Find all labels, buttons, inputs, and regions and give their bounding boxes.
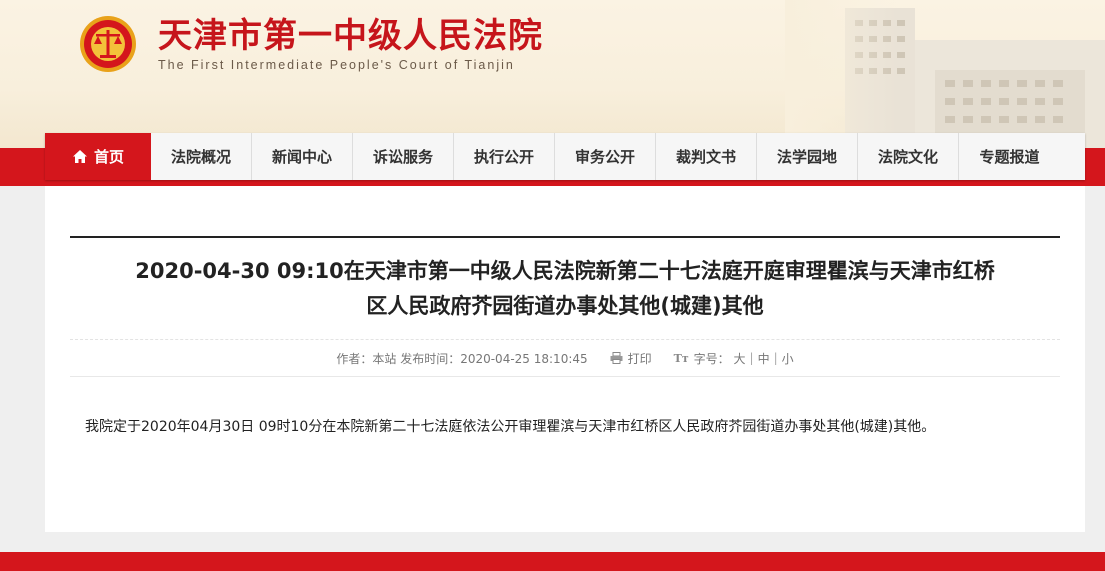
nav-item-label: 法学园地 [776, 148, 837, 166]
nav-item-label: 专题报道 [979, 148, 1040, 166]
font-size-large-link[interactable]: 大 [734, 350, 746, 367]
site-subtitle: The First Intermediate People's Court of… [158, 58, 515, 72]
article-author: 作者：本站 [336, 351, 397, 366]
nav-item-label: 新闻中心 [271, 148, 332, 166]
footer-red-band [0, 552, 1105, 571]
font-size-medium-link[interactable]: 中 [758, 350, 770, 367]
font-size-icon: Tт [673, 351, 689, 365]
article: 2020-04-30 09:10在天津市第一中级人民法院新第二十七法庭开庭审理瞿… [70, 236, 1060, 377]
article-body: 我院定于2020年04月30日 09时10分在本院新第二十七法庭依法公开审理瞿滨… [85, 419, 936, 435]
nav-item-enforcement-public[interactable]: 执行公开 [454, 133, 555, 180]
printer-icon [610, 351, 623, 364]
nav-item-trial-public[interactable]: 审务公开 [555, 133, 656, 180]
content-panel: 2020-04-30 09:10在天津市第一中级人民法院新第二十七法庭开庭审理瞿… [45, 186, 1085, 532]
article-meta: 作者：本站 发布时间：2020-04-25 18:10:45 打印 Tт 字号：… [70, 339, 1060, 377]
article-publish-time: 发布时间：2020-04-25 18:10:45 [400, 351, 588, 366]
nav-item-law-garden[interactable]: 法学园地 [757, 133, 858, 180]
header: 天津市第一中级人民法院 The First Intermediate Peopl… [0, 0, 1105, 148]
print-link[interactable]: 打印 [610, 350, 652, 367]
nav-item-court-culture[interactable]: 法院文化 [858, 133, 959, 180]
main-nav: 首页 法院概况 新闻中心 诉讼服务 执行公开 审务公开 裁判文书 法学园地 法院… [45, 133, 1085, 180]
site-title: 天津市第一中级人民法院 [158, 16, 543, 56]
nav-item-label: 裁判文书 [675, 148, 736, 166]
nav-item-special-reports[interactable]: 专题报道 [959, 133, 1060, 180]
nav-item-label: 法院概况 [170, 148, 231, 166]
separator: | [773, 351, 778, 365]
home-icon [72, 150, 87, 163]
nav-item-home[interactable]: 首页 [45, 133, 151, 180]
article-title-line1: 2020-04-30 09:10在天津市第一中级人民法院新第二十七法庭开庭审理瞿… [135, 259, 995, 283]
nav-item-news-center[interactable]: 新闻中心 [252, 133, 353, 180]
nav-item-label: 执行公开 [473, 148, 534, 166]
separator: | [749, 351, 754, 365]
nav-item-judgments[interactable]: 裁判文书 [656, 133, 757, 180]
national-emblem-icon [80, 16, 136, 72]
font-size-small-link[interactable]: 小 [782, 350, 794, 367]
article-title: 2020-04-30 09:10在天津市第一中级人民法院新第二十七法庭开庭审理瞿… [70, 238, 1060, 324]
nav-item-label: 法院文化 [877, 148, 938, 166]
nav-item-court-overview[interactable]: 法院概况 [151, 133, 252, 180]
article-title-line2: 区人民政府芥园街道办事处其他(城建)其他 [366, 294, 764, 318]
nav-item-label: 诉讼服务 [372, 148, 433, 166]
font-size-label: 字号： [693, 351, 730, 366]
nav-item-label: 审务公开 [574, 148, 635, 166]
court-building-image [785, 0, 1105, 148]
nav-item-label: 首页 [93, 148, 124, 166]
nav-item-litigation-service[interactable]: 诉讼服务 [353, 133, 454, 180]
print-label: 打印 [627, 351, 652, 366]
